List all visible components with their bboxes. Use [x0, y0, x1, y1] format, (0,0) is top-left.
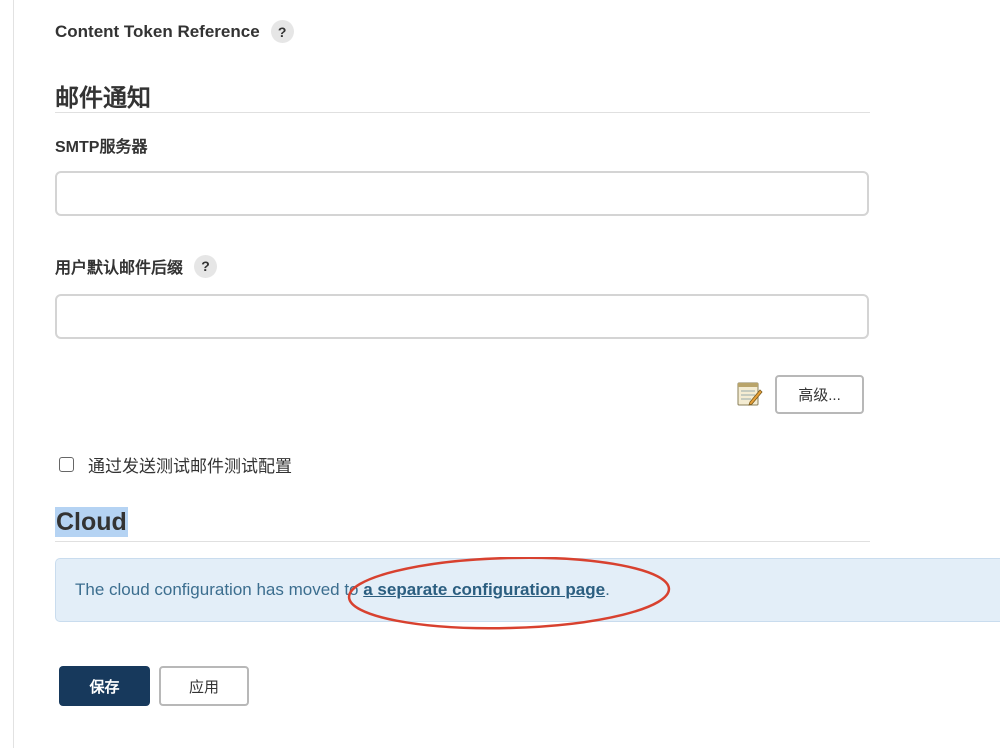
cloud-info-text: The cloud configuration has moved to — [75, 580, 364, 599]
cloud-info-box: The cloud configuration has moved to a s… — [55, 558, 1000, 622]
separate-config-link[interactable]: a separate configuration page — [363, 580, 605, 600]
default-suffix-label-text: 用户默认邮件后缀 — [55, 260, 184, 277]
content-token-label: Content Token Reference — [55, 21, 260, 41]
test-config-label[interactable]: 通过发送测试邮件测试配置 — [88, 452, 292, 477]
test-config-checkbox[interactable] — [59, 457, 74, 472]
save-button[interactable]: 保存 — [59, 666, 150, 706]
smtp-server-input[interactable] — [55, 171, 869, 216]
content-token-reference: Content Token Reference ? — [55, 20, 294, 43]
help-icon[interactable]: ? — [194, 254, 218, 278]
cloud-section-divider — [55, 541, 870, 542]
test-config-row[interactable]: 通过发送测试邮件测试配置 — [59, 452, 292, 477]
smtp-server-label-text: SMTP服务器 — [55, 139, 148, 156]
email-section-title: 邮件通知 — [55, 85, 151, 112]
cloud-section-title: Cloud — [55, 507, 128, 537]
apply-button[interactable]: 应用 — [159, 666, 249, 706]
left-border — [13, 0, 14, 748]
help-icon[interactable]: ? — [270, 20, 294, 43]
email-section-divider — [55, 112, 870, 113]
smtp-server-label: SMTP服务器 — [55, 133, 147, 157]
cloud-info-suffix: . — [605, 580, 610, 599]
notepad-icon[interactable] — [736, 380, 763, 407]
advanced-button[interactable]: 高级... — [775, 375, 864, 414]
default-suffix-label: 用户默认邮件后缀 ? — [55, 254, 218, 278]
default-suffix-input[interactable] — [55, 294, 869, 339]
